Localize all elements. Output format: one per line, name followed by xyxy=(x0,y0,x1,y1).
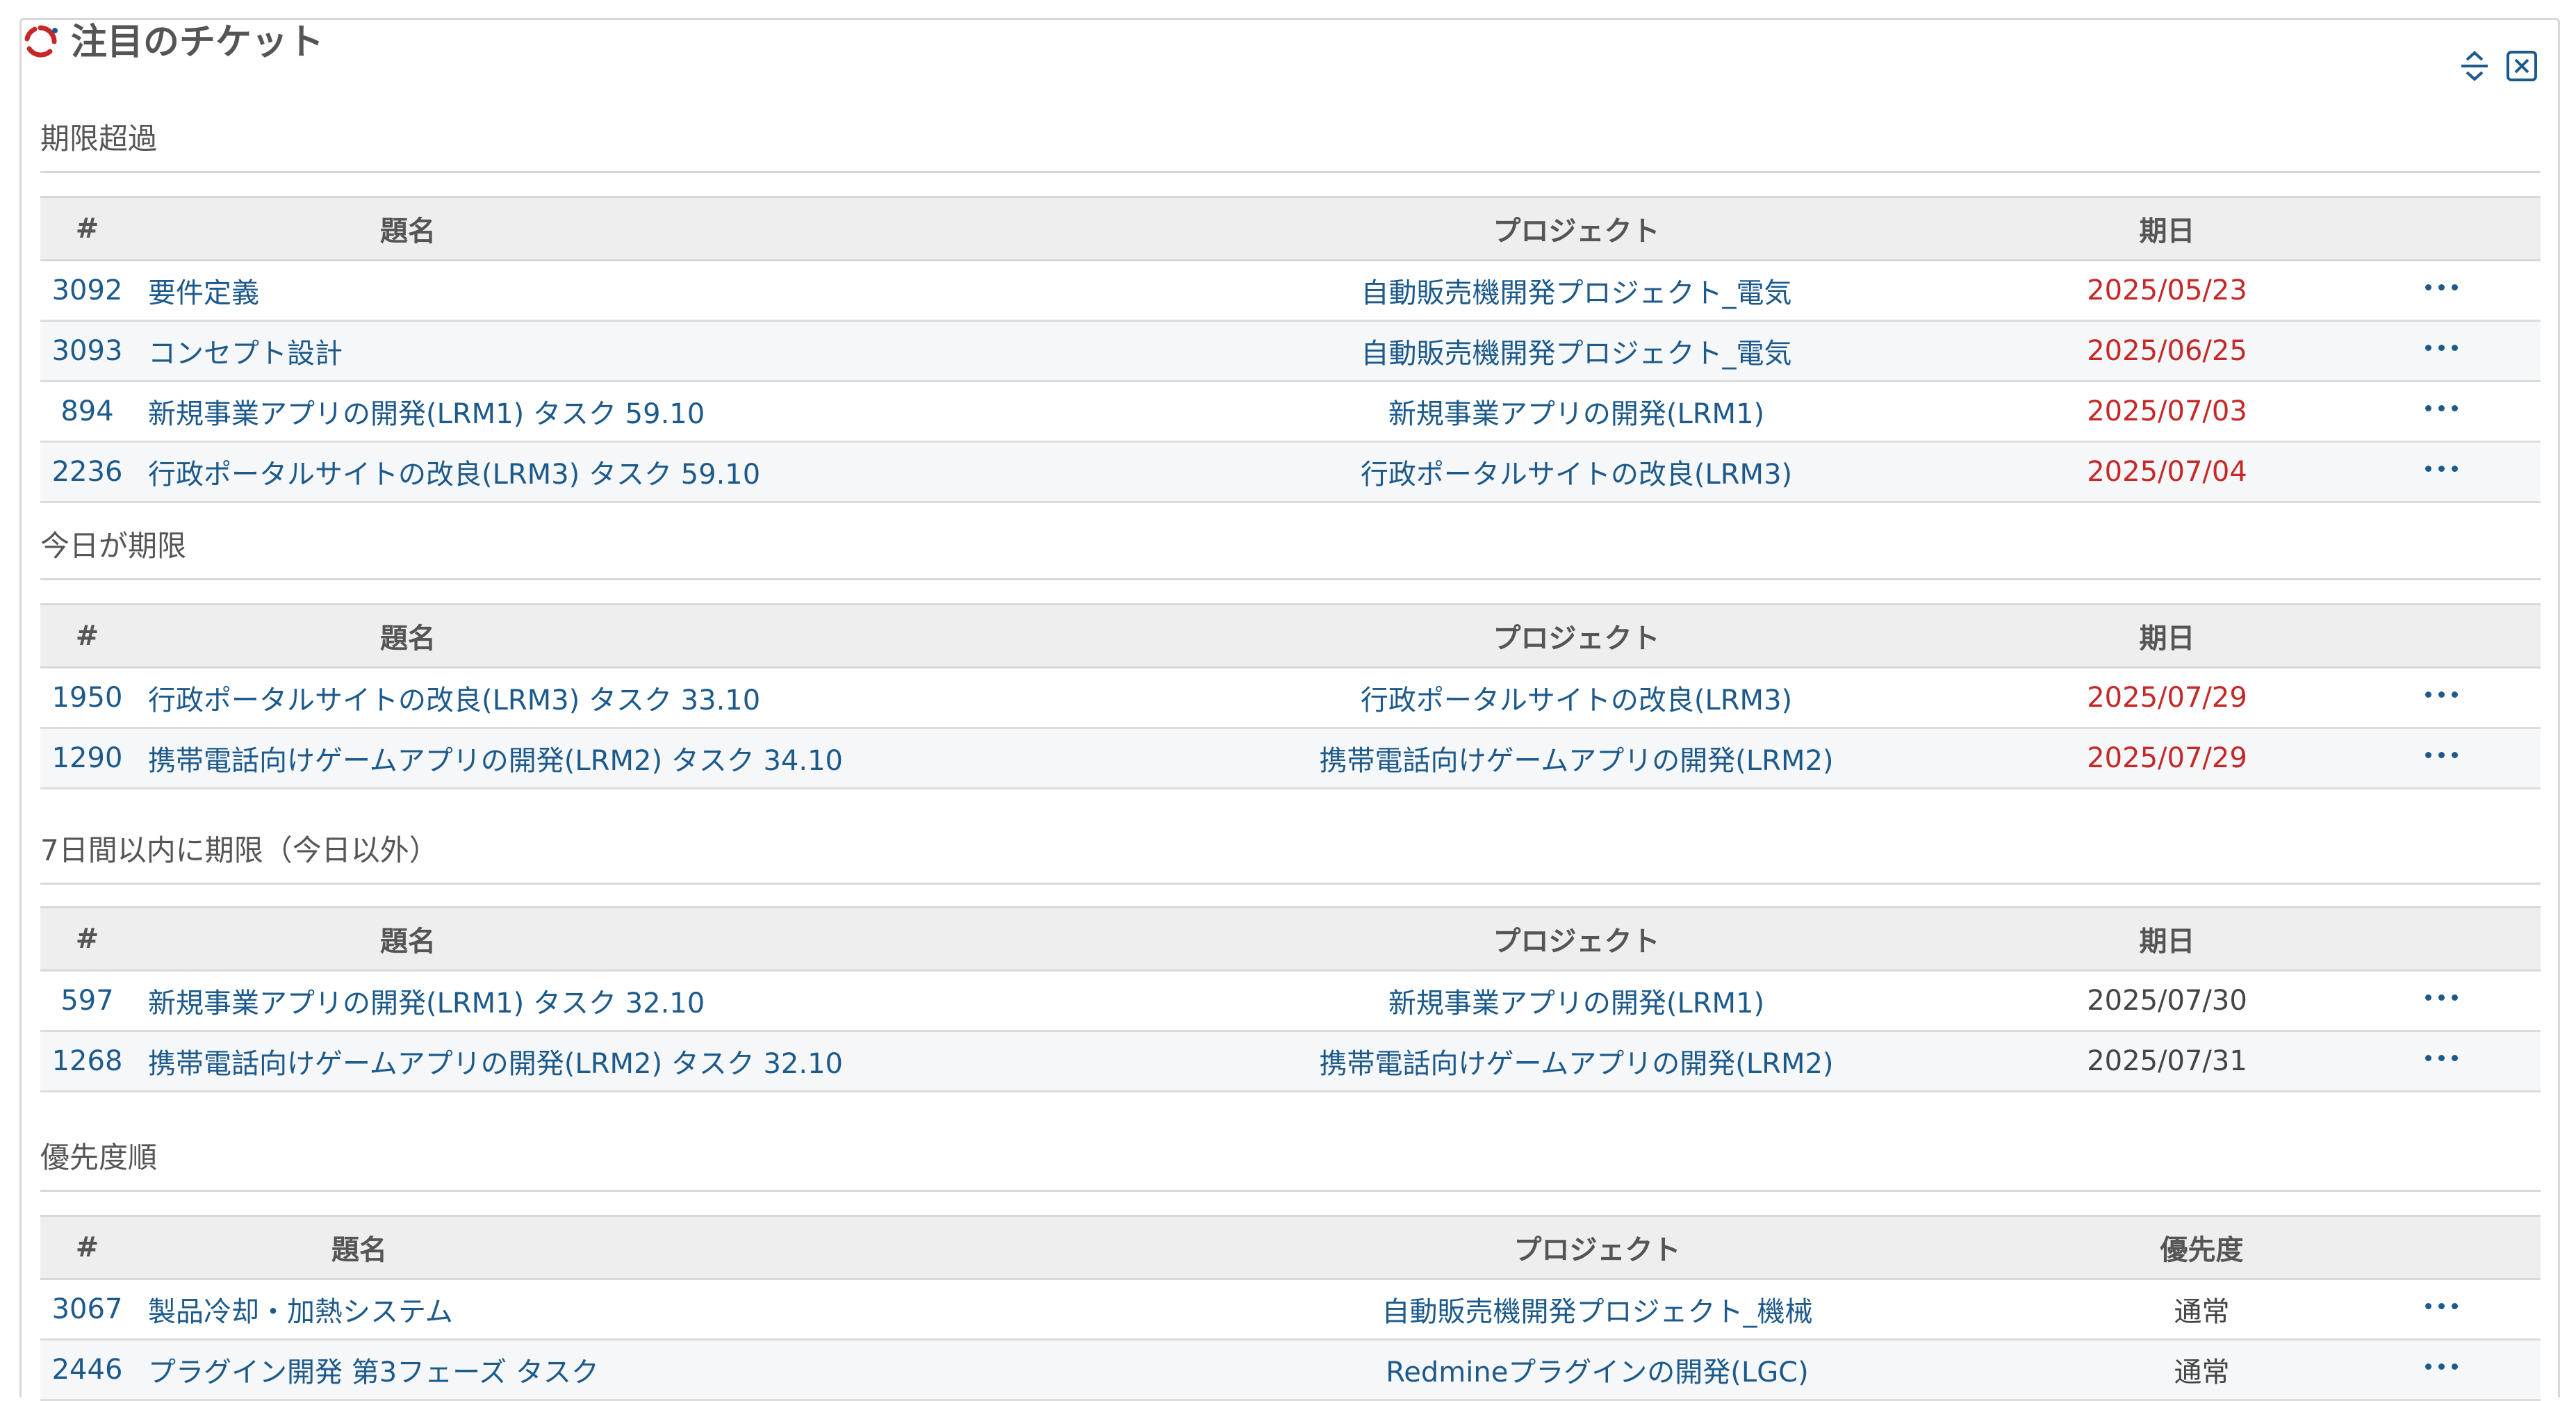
ticket-due-date: 2025/07/29 xyxy=(1992,667,2343,729)
widget-title: 注目のチケット xyxy=(71,22,325,63)
table-header-row: # 題名 プロジェクト 期日 xyxy=(40,906,2541,972)
ticket-priority: 通常 xyxy=(2061,1339,2343,1401)
ticket-subject-link[interactable]: 製品冷却・加熱システム xyxy=(148,1296,453,1328)
ticket-subject-link[interactable]: 携帯電話向けゲームアプリの開発(LRM2) タスク 32.10 xyxy=(148,1048,843,1080)
ticket-id-link[interactable]: 1268 xyxy=(52,1045,123,1077)
ticket-subject-link[interactable]: 携帯電話向けゲームアプリの開発(LRM2) タスク 34.10 xyxy=(148,745,843,777)
column-header-menu xyxy=(2343,196,2541,261)
ticket-project-link[interactable]: 行政ポータルサイトの改良(LRM3) xyxy=(1361,685,1792,716)
ticket-id-link[interactable]: 3093 xyxy=(52,335,123,367)
ticket-project-link[interactable]: 携帯電話向けゲームアプリの開発(LRM2) xyxy=(1319,745,1833,777)
column-header-project[interactable]: プロジェクト xyxy=(1133,1215,2061,1280)
ticket-due-date: 2025/05/23 xyxy=(1992,260,2343,322)
column-header-id[interactable]: # xyxy=(40,906,134,972)
table-row: 3093 コンセプト設計 自動販売機開発プロジェクト_電気 2025/06/25 xyxy=(40,320,2541,382)
section-title-by-priority: 優先度順 xyxy=(40,1138,2541,1192)
column-header-id[interactable]: # xyxy=(40,603,134,669)
table-row: 3092 要件定義 自動販売機開発プロジェクト_電気 2025/05/23 xyxy=(40,260,2541,322)
overdue-tickets-table: # 題名 プロジェクト 期日 3092 要件定義 自動販売機開発プロジェクト_電… xyxy=(40,196,2541,503)
close-icon[interactable] xyxy=(2504,49,2539,83)
ticket-project-link[interactable]: 自動販売機開発プロジェクト_機械 xyxy=(1382,1296,1813,1328)
ticket-project-link[interactable]: 自動販売機開発プロジェクト_電気 xyxy=(1361,338,1792,370)
table-header-row: # 題名 プロジェクト 期日 xyxy=(40,603,2541,669)
ticket-subject-link[interactable]: 行政ポータルサイトの改良(LRM3) タスク 59.10 xyxy=(148,459,760,491)
table-row: 2236 行政ポータルサイトの改良(LRM3) タスク 59.10 行政ポータル… xyxy=(40,441,2541,503)
ticket-due-date: 2025/07/31 xyxy=(1992,1031,2343,1092)
context-menu-button[interactable] xyxy=(2421,680,2463,708)
ticket-id-link[interactable]: 597 xyxy=(60,985,113,1017)
due-today-tickets-table: # 題名 プロジェクト 期日 1950 行政ポータルサイトの改良(LRM3) タ… xyxy=(40,603,2541,789)
due-soon-tickets-table: # 題名 プロジェクト 期日 597 新規事業アプリの開発(LRM1) タスク … xyxy=(40,906,2541,1092)
ticket-due-date: 2025/06/25 xyxy=(1992,320,2343,382)
section-title-due-today: 今日が期限 xyxy=(40,527,2541,580)
column-header-menu xyxy=(2343,906,2541,972)
ticket-project-link[interactable]: 携帯電話向けゲームアプリの開発(LRM2) xyxy=(1319,1048,1833,1080)
ticket-subject-link[interactable]: 行政ポータルサイトの改良(LRM3) タスク 33.10 xyxy=(148,685,760,716)
column-header-project[interactable]: プロジェクト xyxy=(1161,906,1992,972)
ticket-subject-link[interactable]: 新規事業アプリの開発(LRM1) タスク 32.10 xyxy=(148,988,705,1019)
table-row: 1290 携帯電話向けゲームアプリの開発(LRM2) タスク 34.10 携帯電… xyxy=(40,728,2541,789)
context-menu-button[interactable] xyxy=(2421,983,2463,1011)
ticket-project-link[interactable]: 新規事業アプリの開発(LRM1) xyxy=(1388,988,1764,1019)
column-header-subject[interactable]: 題名 xyxy=(134,603,1161,669)
ticket-due-date: 2025/07/04 xyxy=(1992,441,2343,503)
context-menu-button[interactable] xyxy=(2421,394,2463,422)
ticket-subject-link[interactable]: プラグイン開発 第3フェーズ タスク xyxy=(148,1357,599,1388)
table-row: 3067 製品冷却・加熱システム 自動販売機開発プロジェクト_機械 通常 xyxy=(40,1279,2541,1341)
table-header-row: # 題名 プロジェクト 期日 xyxy=(40,196,2541,261)
table-row: 1950 行政ポータルサイトの改良(LRM3) タスク 33.10 行政ポータル… xyxy=(40,667,2541,729)
column-header-due[interactable]: 期日 xyxy=(1992,603,2343,669)
context-menu-button[interactable] xyxy=(2421,1292,2463,1320)
column-header-id[interactable]: # xyxy=(40,196,134,261)
ticket-id-link[interactable]: 3067 xyxy=(52,1293,123,1325)
column-header-priority[interactable]: 優先度 xyxy=(2061,1215,2343,1280)
ticket-id-link[interactable]: 1950 xyxy=(52,682,123,714)
context-menu-button[interactable] xyxy=(2421,273,2463,301)
priority-tickets-table: # 題名 プロジェクト 優先度 3067 製品冷却・加熱システム 自動販売機開発… xyxy=(40,1215,2541,1401)
ticket-id-link[interactable]: 1290 xyxy=(52,742,123,774)
column-header-project[interactable]: プロジェクト xyxy=(1161,603,1992,669)
redmine-logo-icon xyxy=(24,25,58,58)
column-header-subject[interactable]: 題名 xyxy=(134,1215,1133,1280)
context-menu-button[interactable] xyxy=(2421,334,2463,361)
ticket-subject-link[interactable]: 新規事業アプリの開発(LRM1) タスク 59.10 xyxy=(148,398,705,430)
column-header-menu xyxy=(2343,603,2541,669)
table-row: 894 新規事業アプリの開発(LRM1) タスク 59.10 新規事業アプリの開… xyxy=(40,381,2541,443)
ticket-id-link[interactable]: 2236 xyxy=(52,456,123,488)
section-title-due-within-7-days: 7日間以内に期限（今日以外） xyxy=(40,831,2541,885)
table-row: 597 新規事業アプリの開発(LRM1) タスク 32.10 新規事業アプリの開… xyxy=(40,970,2541,1032)
context-menu-button[interactable] xyxy=(2421,454,2463,482)
ticket-priority: 通常 xyxy=(2061,1279,2343,1341)
table-row: 2446 プラグイン開発 第3フェーズ タスク Redmineプラグインの開発(… xyxy=(40,1339,2541,1401)
ticket-project-link[interactable]: 自動販売機開発プロジェクト_電気 xyxy=(1361,277,1792,309)
ticket-due-date: 2025/07/30 xyxy=(1992,970,2343,1032)
ticket-id-link[interactable]: 3092 xyxy=(52,275,123,306)
ticket-due-date: 2025/07/29 xyxy=(1992,728,2343,789)
column-header-menu xyxy=(2343,1215,2541,1280)
column-header-due[interactable]: 期日 xyxy=(1992,906,2343,972)
context-menu-button[interactable] xyxy=(2421,1352,2463,1380)
ticket-project-link[interactable]: 新規事業アプリの開発(LRM1) xyxy=(1388,398,1764,430)
ticket-id-link[interactable]: 2446 xyxy=(52,1354,123,1386)
table-row: 1268 携帯電話向けゲームアプリの開発(LRM2) タスク 32.10 携帯電… xyxy=(40,1031,2541,1092)
ticket-project-link[interactable]: Redmineプラグインの開発(LGC) xyxy=(1386,1357,1808,1388)
column-header-subject[interactable]: 題名 xyxy=(134,906,1161,972)
column-header-due[interactable]: 期日 xyxy=(1992,196,2343,261)
column-header-project[interactable]: プロジェクト xyxy=(1161,196,1992,261)
ticket-subject-link[interactable]: 要件定義 xyxy=(148,277,259,309)
column-header-id[interactable]: # xyxy=(40,1215,134,1280)
context-menu-button[interactable] xyxy=(2421,1044,2463,1072)
table-header-row: # 題名 プロジェクト 優先度 xyxy=(40,1215,2541,1280)
ticket-subject-link[interactable]: コンセプト設計 xyxy=(148,338,343,370)
section-title-overdue: 期限超過 xyxy=(40,120,2541,173)
context-menu-button[interactable] xyxy=(2421,741,2463,769)
ticket-due-date: 2025/07/03 xyxy=(1992,381,2343,443)
ticket-id-link[interactable]: 894 xyxy=(60,395,113,427)
ticket-project-link[interactable]: 行政ポータルサイトの改良(LRM3) xyxy=(1361,459,1792,491)
column-header-subject[interactable]: 題名 xyxy=(134,196,1161,261)
collapse-icon[interactable] xyxy=(2457,49,2492,83)
